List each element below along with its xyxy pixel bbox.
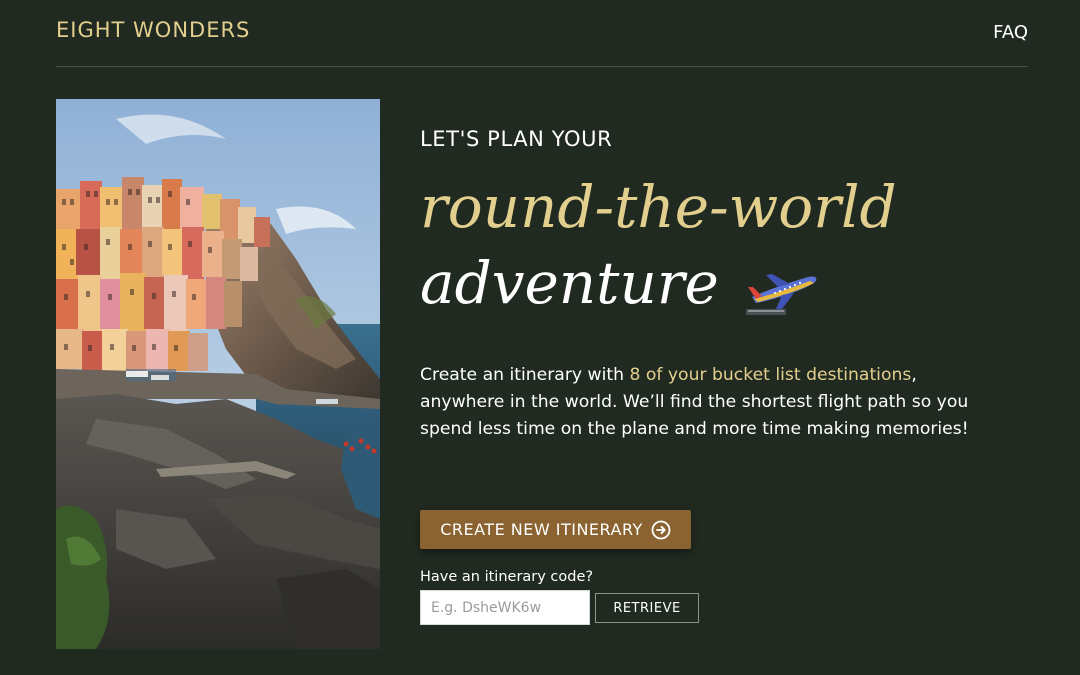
hero-photo [56, 99, 380, 649]
description-highlight: 8 of your bucket list destinations [629, 365, 912, 385]
coastal-village-image [56, 99, 380, 649]
itinerary-code-input[interactable] [420, 590, 590, 625]
faq-link[interactable]: FAQ [993, 22, 1028, 43]
description-pre: Create an itinerary with [420, 365, 630, 385]
airplane-icon [746, 274, 817, 315]
create-itinerary-button[interactable]: CREATE NEW ITINERARY [420, 510, 691, 549]
arrow-right-circle-icon [651, 520, 671, 539]
header: EIGHT WONDERS FAQ [56, 0, 1028, 67]
page: EIGHT WONDERS FAQ LET'S PLAN YOUR round-… [0, 0, 1080, 675]
description-text: Create an itinerary with 8 of your bucke… [420, 362, 1000, 444]
eyebrow-text: LET'S PLAN YOUR [420, 127, 613, 151]
itinerary-code-label: Have an itinerary code? [420, 569, 594, 585]
headline-highlight: round-the-world [420, 173, 897, 241]
create-itinerary-label: CREATE NEW ITINERARY [440, 520, 643, 539]
brand-logo[interactable]: EIGHT WONDERS [56, 18, 250, 42]
headline-main: adventure [420, 249, 719, 317]
retrieve-button[interactable]: RETRIEVE [595, 593, 699, 623]
